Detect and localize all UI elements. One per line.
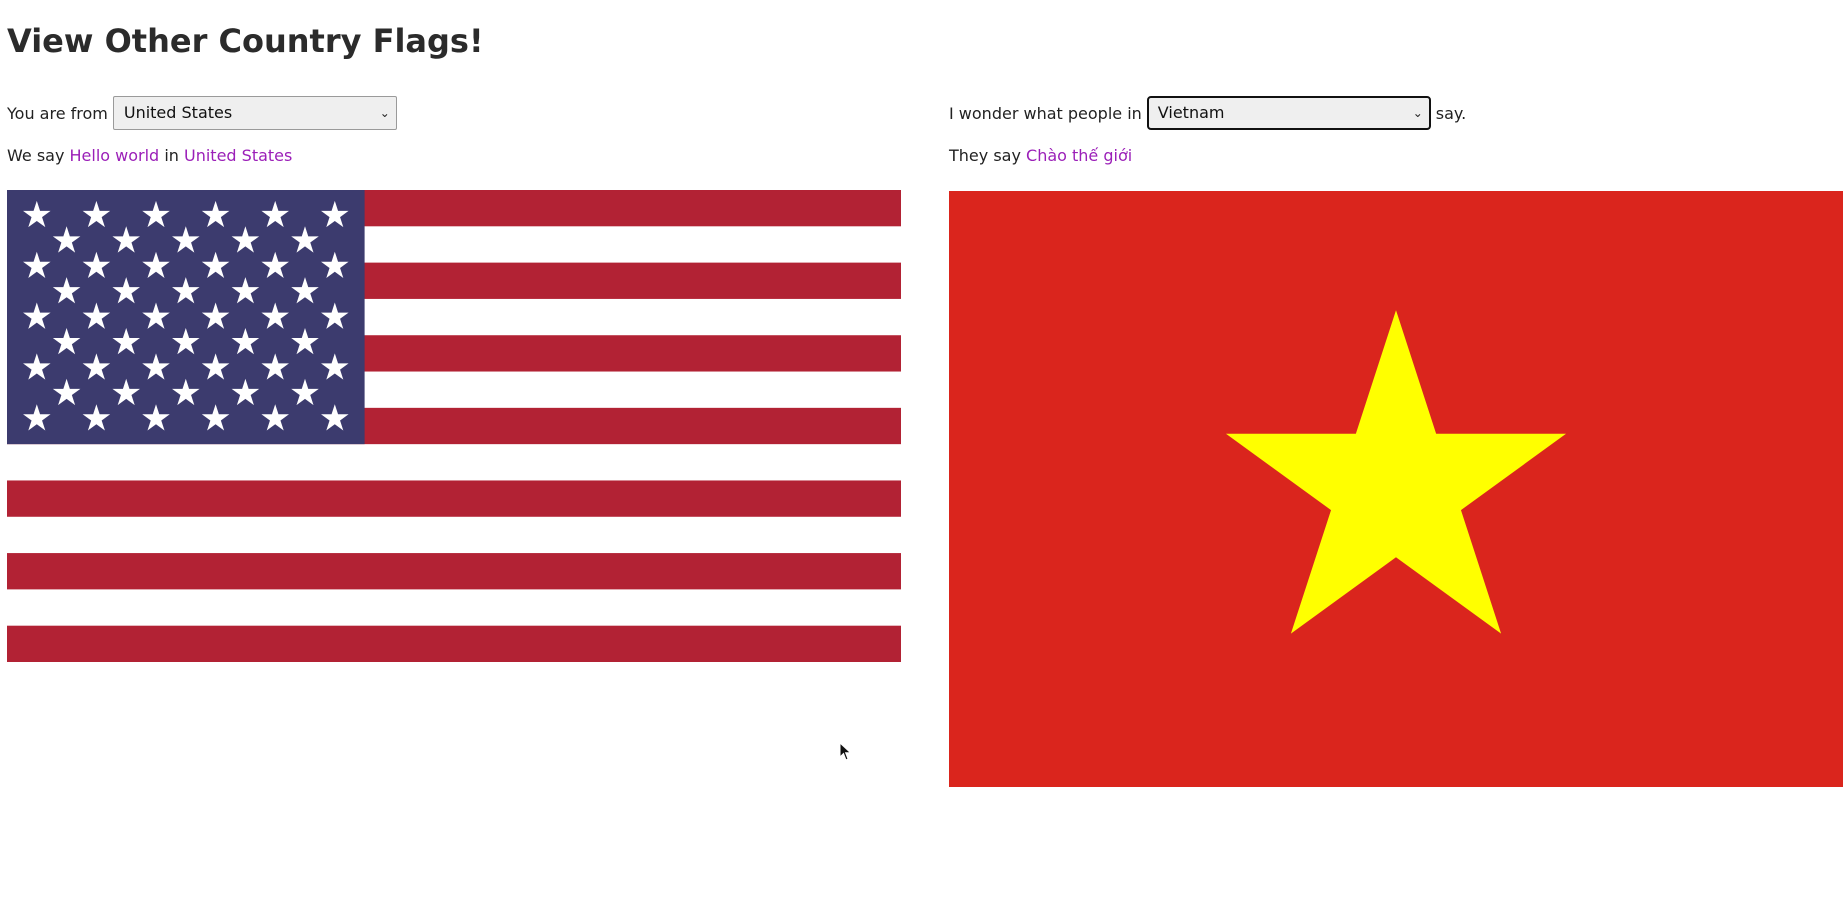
other-select-label: I wonder what people in <box>949 103 1142 123</box>
other-greeting-link[interactable]: Chào thế giới <box>1026 146 1132 165</box>
other-country-select-value: Vietnam <box>1157 103 1225 122</box>
page: View Other Country Flags! You are from U… <box>0 0 1846 908</box>
home-country-select[interactable]: United States ⌄ <box>112 96 397 130</box>
home-country-select-value: United States <box>123 103 233 122</box>
home-country-link[interactable]: United States <box>184 146 292 165</box>
other-select-suffix: say. <box>1435 103 1467 123</box>
chevron-down-icon: ⌄ <box>1412 106 1423 120</box>
us-flag-image <box>7 190 901 662</box>
home-select-row: You are from United States ⌄ <box>7 95 902 131</box>
other-say-prefix: They say <box>949 146 1021 165</box>
other-greeting-line: They say Chào thế giới <box>949 145 1844 167</box>
mouse-cursor-icon <box>839 742 852 761</box>
home-country-panel: You are from United States ⌄ We say Hell… <box>7 95 902 167</box>
home-greeting-link[interactable]: Hello world <box>70 146 160 165</box>
home-select-label: You are from <box>7 103 108 123</box>
other-country-panel: I wonder what people in Vietnam ⌄ say. T… <box>949 95 1844 167</box>
page-title: View Other Country Flags! <box>7 22 484 60</box>
chevron-down-icon: ⌄ <box>379 106 390 120</box>
home-say-prefix: We say <box>7 146 65 165</box>
home-greeting-line: We say Hello world in United States <box>7 145 902 167</box>
vietnam-flag-image <box>949 191 1843 787</box>
other-country-select[interactable]: Vietnam ⌄ <box>1146 96 1431 130</box>
home-say-mid: in <box>164 146 179 165</box>
other-select-row: I wonder what people in Vietnam ⌄ say. <box>949 95 1844 131</box>
